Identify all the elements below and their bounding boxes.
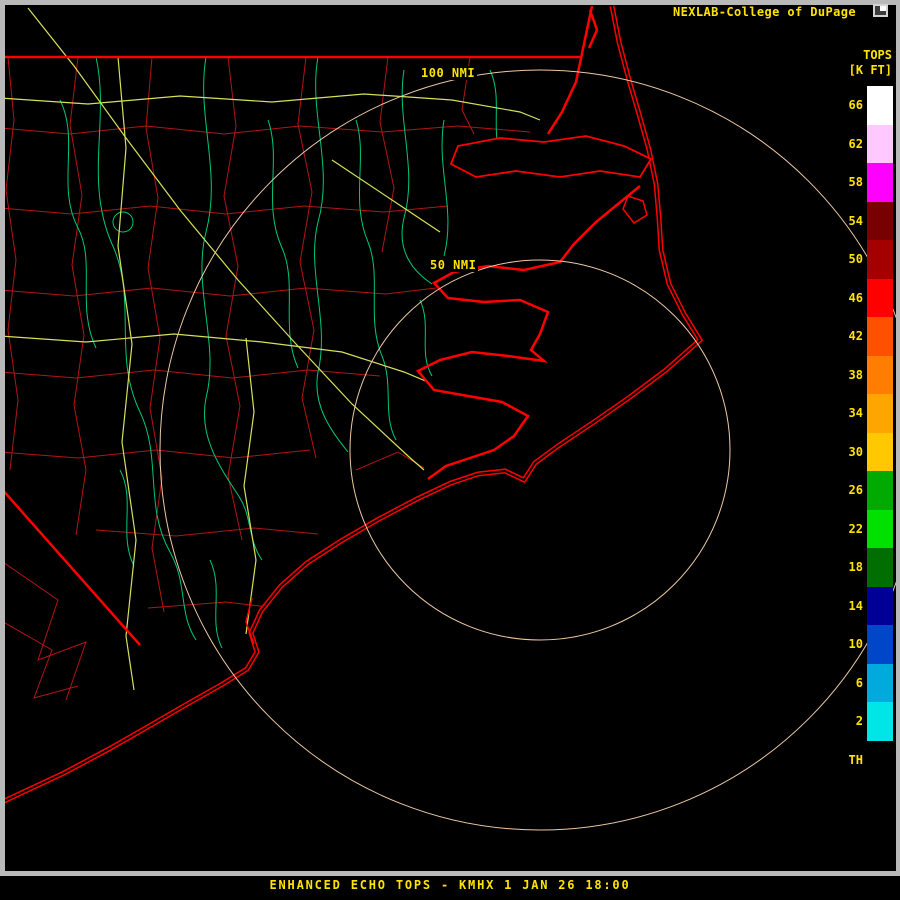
product-caption: ENHANCED ECHO TOPS - KMHX 1 JAN 26 18:00 xyxy=(0,878,900,892)
legend-color-swatch xyxy=(867,240,893,279)
frame-border-right xyxy=(896,0,900,876)
legend-color-swatch xyxy=(867,433,893,472)
legend-row: 2 xyxy=(839,702,893,741)
radar-map xyxy=(0,0,900,900)
legend-row: 6 xyxy=(839,664,893,703)
coastline-outer-banks xyxy=(0,6,700,803)
legend-value-label: 50 xyxy=(839,252,863,266)
legend-color-swatch xyxy=(867,587,893,626)
legend-row: 58 xyxy=(839,163,893,202)
radar-display: 100 NMI 50 NMI NEXLAB-College of DuPage … xyxy=(0,0,900,900)
legend-value-label: 42 xyxy=(839,329,863,343)
legend-row: 26 xyxy=(839,471,893,510)
legend-row: 22 xyxy=(839,510,893,549)
legend-value-label: 54 xyxy=(839,214,863,228)
scale-units-label: [K FT] xyxy=(849,63,892,77)
legend-value-label: 26 xyxy=(839,483,863,497)
legend-row: 34 xyxy=(839,394,893,433)
river-lines xyxy=(60,57,504,648)
legend-value-label: TH xyxy=(839,753,863,767)
legend-row: 30 xyxy=(839,433,893,472)
legend-value-label: 30 xyxy=(839,445,863,459)
legend-value-label: 38 xyxy=(839,368,863,382)
scale-product-label: TOPS xyxy=(863,48,892,62)
legend-row: 46 xyxy=(839,279,893,318)
frame-border-bottom xyxy=(0,871,900,876)
legend-row: 14 xyxy=(839,587,893,626)
legend-value-label: 62 xyxy=(839,137,863,151)
legend-value-label: 58 xyxy=(839,175,863,189)
range-ring-label-100nmi: 100 NMI xyxy=(419,66,477,80)
legend-value-label: 66 xyxy=(839,98,863,112)
legend-color-swatch xyxy=(867,510,893,549)
legend-color-swatch xyxy=(867,664,893,703)
legend-value-label: 34 xyxy=(839,406,863,420)
legend-row: 10 xyxy=(839,625,893,664)
legend-color-swatch xyxy=(867,163,893,202)
legend-row: 50 xyxy=(839,240,893,279)
legend-color-swatch xyxy=(867,356,893,395)
source-title: NEXLAB-College of DuPage xyxy=(673,5,856,19)
legend-row: 38 xyxy=(839,356,893,395)
legend-color-swatch xyxy=(867,86,893,125)
legend-row: 54 xyxy=(839,202,893,241)
legend-color-swatch xyxy=(867,625,893,664)
legend-color-swatch xyxy=(867,202,893,241)
range-ring-100nmi xyxy=(160,70,900,830)
legend-color-swatch xyxy=(867,394,893,433)
legend-value-label: 46 xyxy=(839,291,863,305)
coastline-mainland xyxy=(246,6,640,644)
legend-color-swatch xyxy=(867,279,893,318)
legend-row: 42 xyxy=(839,317,893,356)
legend-value-label: 22 xyxy=(839,522,863,536)
legend-color-swatch xyxy=(867,548,893,587)
legend-value-label: 18 xyxy=(839,560,863,574)
legend-row: 66 xyxy=(839,86,893,125)
legend-row: TH xyxy=(839,741,893,780)
legend-value-label: 14 xyxy=(839,599,863,613)
legend-color-swatch xyxy=(867,317,893,356)
cod-logo-icon xyxy=(873,4,888,17)
legend-color-swatch xyxy=(867,125,893,164)
range-ring-label-50nmi: 50 NMI xyxy=(428,258,478,272)
range-rings xyxy=(160,70,900,830)
legend-color-swatch xyxy=(867,702,893,741)
legend-value-label: 2 xyxy=(839,714,863,728)
legend-value-label: 10 xyxy=(839,637,863,651)
highway-lines xyxy=(0,8,540,690)
legend-value-label: 6 xyxy=(839,676,863,690)
legend: 66625854504642383430262218141062TH xyxy=(839,86,893,779)
frame-border-left xyxy=(0,0,5,876)
sound-water-outlines xyxy=(451,136,651,223)
legend-row: 62 xyxy=(839,125,893,164)
legend-color-swatch xyxy=(867,471,893,510)
legend-row: 18 xyxy=(839,548,893,587)
range-ring-50nmi xyxy=(350,260,730,640)
legend-color-swatch xyxy=(867,741,893,780)
